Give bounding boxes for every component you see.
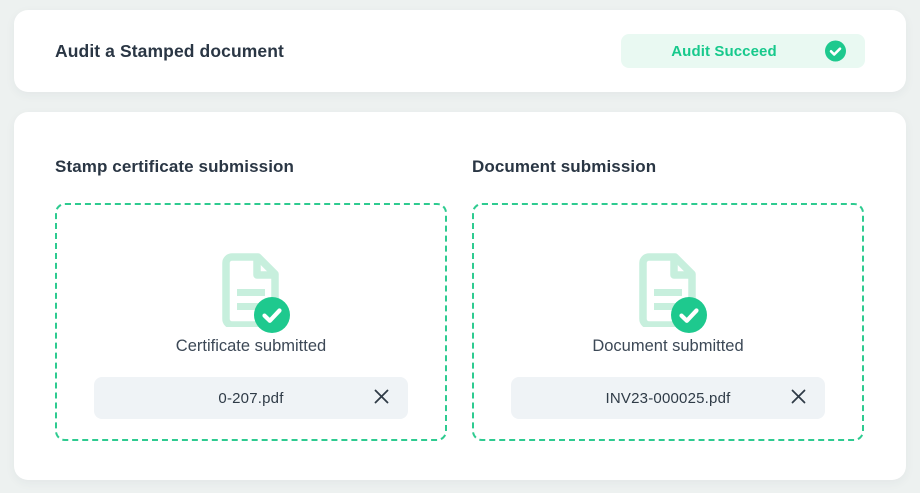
remove-file-button[interactable] xyxy=(370,387,392,409)
submission-status-text: Document submitted xyxy=(592,337,744,355)
remove-file-button[interactable] xyxy=(787,387,809,409)
file-name: 0-207.pdf xyxy=(218,389,284,407)
section-document: Document submission Document submitted I… xyxy=(472,157,864,441)
check-circle-icon xyxy=(825,40,846,62)
status-badge-label: Audit Succeed xyxy=(671,42,777,60)
close-icon xyxy=(373,388,390,408)
uploaded-file-chip: 0-207.pdf xyxy=(94,377,408,419)
header-card: Audit a Stamped document Audit Succeed xyxy=(14,10,906,92)
check-circle-icon xyxy=(671,297,707,333)
uploaded-file-chip: INV23-000025.pdf xyxy=(511,377,825,419)
audit-page: Audit a Stamped document Audit Succeed S… xyxy=(0,0,920,493)
certificate-dropzone[interactable]: Certificate submitted 0-207.pdf xyxy=(55,203,447,441)
close-icon xyxy=(790,388,807,408)
document-check-icon xyxy=(219,253,290,333)
page-title: Audit a Stamped document xyxy=(55,40,284,61)
check-circle-icon xyxy=(254,297,290,333)
document-dropzone[interactable]: Document submitted INV23-000025.pdf xyxy=(472,203,864,441)
section-heading: Stamp certificate submission xyxy=(55,157,294,176)
submission-status-text: Certificate submitted xyxy=(175,337,327,355)
document-check-icon xyxy=(636,253,707,333)
status-badge: Audit Succeed xyxy=(621,34,865,68)
submission-panel: Stamp certificate submission Certificate… xyxy=(14,112,906,480)
file-name: INV23-000025.pdf xyxy=(605,389,731,407)
section-stamp-certificate: Stamp certificate submission Certificate… xyxy=(55,157,447,441)
section-heading: Document submission xyxy=(472,157,657,176)
